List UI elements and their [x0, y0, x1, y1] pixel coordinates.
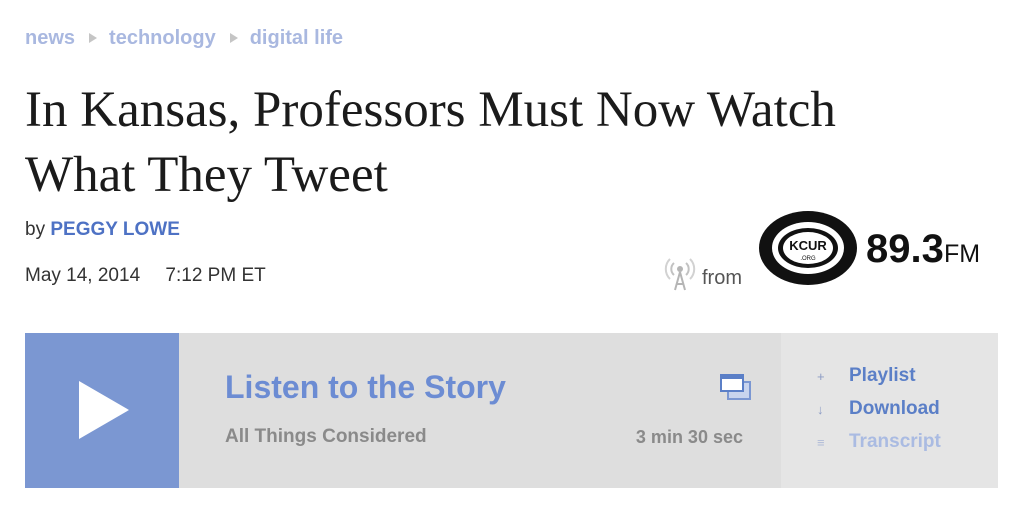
byline-prefix: by	[25, 219, 46, 240]
listen-to-story-link[interactable]: Listen to the Story	[225, 369, 506, 406]
download-arrow-icon: ↓	[817, 401, 824, 417]
radio-tower-icon	[664, 258, 696, 291]
audio-duration: 3 min 30 sec	[635, 427, 743, 447]
player-info: Listen to the Story All Things Considere…	[179, 333, 781, 488]
author-link[interactable]: PEGGY LOWE	[50, 219, 180, 240]
download-link[interactable]: ↓ Download	[817, 397, 940, 421]
audio-player: Listen to the Story All Things Considere…	[25, 333, 998, 488]
breadcrumb-digital-life-link[interactable]: digital life	[250, 27, 343, 50]
breadcrumb-separator-icon	[89, 33, 98, 43]
publish-time: 7:12 PM ET	[165, 265, 266, 286]
transcript-lines-icon: ≡	[817, 434, 825, 450]
player-links: + Playlist ↓ Download ≡ Transcript	[781, 333, 998, 488]
byline: by PEGGY LOWE	[25, 219, 180, 241]
breadcrumb-technology-link[interactable]: technology	[109, 27, 216, 50]
breadcrumb-separator-icon	[229, 33, 238, 43]
transcript-label: Transcript	[849, 431, 941, 452]
kcur-station-logo[interactable]: KCUR .ORG 89.3 FM	[756, 206, 1000, 290]
breadcrumb-news-link[interactable]: news	[25, 27, 75, 50]
station-frequency: 89.3	[866, 227, 944, 271]
play-icon	[79, 381, 129, 439]
playlist-link[interactable]: + Playlist	[817, 364, 916, 388]
publish-date: May 14, 2014	[25, 265, 141, 286]
breadcrumb: news technology digital life	[25, 26, 343, 50]
logo-subtext: .ORG	[800, 256, 816, 262]
play-button[interactable]	[25, 333, 179, 488]
playlist-label: Playlist	[849, 365, 916, 386]
plus-icon: +	[817, 368, 825, 384]
download-label: Download	[849, 398, 940, 419]
station-band: FM	[944, 240, 980, 268]
program-name: All Things Considered	[225, 426, 427, 447]
dateline: May 14, 2014 7:12 PM ET	[25, 265, 266, 287]
article-headline: In Kansas, Professors Must Now Watch Wha…	[25, 82, 836, 203]
station-credit: from KCUR .ORG 89.3 FM	[664, 206, 1000, 296]
popout-window-icon[interactable]	[719, 373, 752, 402]
logo-text: KCUR	[789, 238, 827, 253]
station-from-label: from	[702, 267, 742, 289]
transcript-link[interactable]: ≡ Transcript	[817, 430, 941, 454]
